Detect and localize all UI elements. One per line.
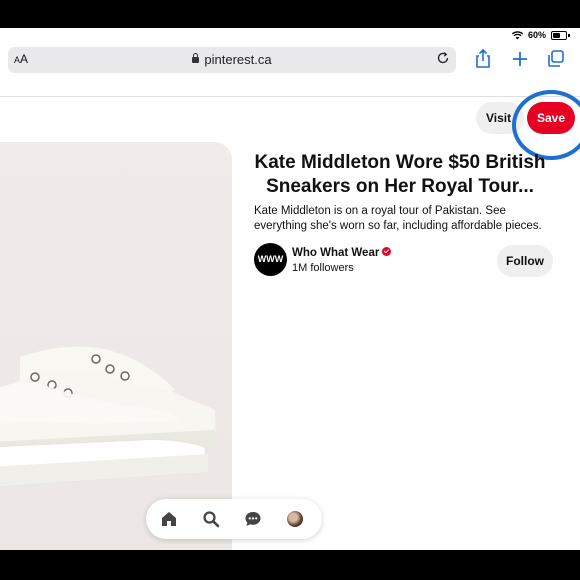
address-bar[interactable]: AA pinterest.ca	[8, 47, 456, 73]
verified-icon	[382, 247, 392, 256]
sneakers-image	[0, 142, 232, 550]
tap-highlight-ring	[512, 90, 580, 160]
author-name-text: Who What Wear	[292, 247, 380, 259]
author-followers: 1M followers	[292, 262, 354, 274]
follow-button[interactable]: Follow	[497, 245, 553, 277]
author-avatar[interactable]: WWW	[254, 243, 287, 276]
search-icon[interactable]	[202, 510, 220, 528]
profile-avatar[interactable]	[287, 511, 303, 527]
messages-icon[interactable]	[244, 510, 262, 528]
battery-icon	[551, 30, 567, 40]
browser-toolbar: AA pinterest.ca	[0, 44, 580, 97]
lock-icon	[192, 53, 200, 63]
reload-icon[interactable]	[436, 51, 450, 65]
status-bar	[0, 28, 580, 44]
status-indicators: 60%	[511, 30, 570, 40]
pin-title: Kate Middleton Wore $50 British Sneakers…	[254, 152, 546, 197]
url-text: pinterest.ca	[204, 52, 272, 67]
bottom-nav	[146, 499, 322, 539]
pin-description: Kate Middleton is on a royal tour of Pak…	[254, 205, 542, 232]
pin-image[interactable]	[0, 142, 232, 550]
author-name[interactable]: Who What Wear	[292, 247, 392, 259]
url-display[interactable]: pinterest.ca	[8, 52, 456, 67]
wifi-icon	[511, 30, 523, 39]
home-icon[interactable]	[160, 510, 178, 528]
tabs-icon[interactable]	[545, 48, 567, 70]
battery-tip	[568, 33, 570, 37]
plus-icon[interactable]	[509, 48, 531, 70]
share-icon[interactable]	[472, 48, 494, 70]
battery-percent: 60%	[527, 30, 546, 40]
